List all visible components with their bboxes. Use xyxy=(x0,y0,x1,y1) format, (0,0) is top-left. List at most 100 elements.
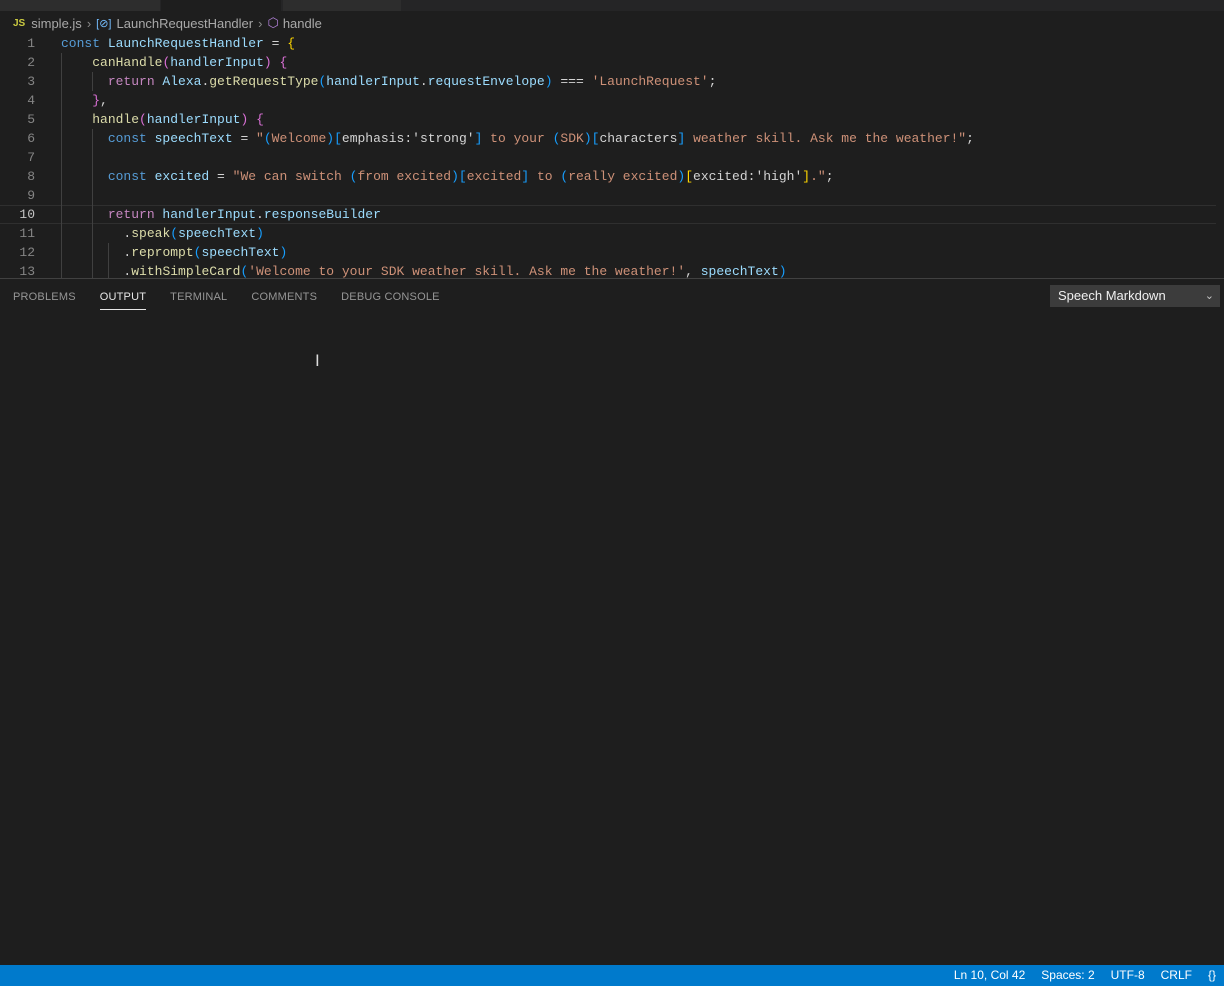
code-token: return xyxy=(107,74,163,89)
tab-debug-console[interactable]: DEBUG CONSOLE xyxy=(329,279,452,315)
bottom-panel: PROBLEMS OUTPUT TERMINAL COMMENTS DEBUG … xyxy=(0,278,1224,966)
line-number: 6 xyxy=(27,131,35,146)
code-token: SDK xyxy=(560,131,584,146)
chevron-down-icon: ⌄ xyxy=(1204,290,1214,302)
code-line[interactable]: 3 return Alexa.getRequestType(handlerInp… xyxy=(0,72,1216,91)
status-cursor-position[interactable]: Ln 10, Col 42 xyxy=(946,965,1033,986)
breadcrumb-method[interactable]: handle xyxy=(283,16,322,31)
code-token: handlerInput xyxy=(170,55,264,70)
code-line[interactable]: 5 handle(handlerInput) { xyxy=(0,110,1216,129)
line-number: 1 xyxy=(27,36,35,51)
code-token: speechText xyxy=(178,226,257,241)
code-token: speechText xyxy=(154,131,233,146)
output-content[interactable] xyxy=(0,315,1224,965)
line-number: 12 xyxy=(19,245,35,260)
code-token: ] xyxy=(521,169,530,184)
code-line[interactable]: 4 }, xyxy=(0,91,1216,110)
tab-problems[interactable]: PROBLEMS xyxy=(0,279,88,315)
code-token: const xyxy=(107,131,155,146)
code-token: , xyxy=(100,93,108,108)
chevron-right-icon: › xyxy=(86,15,92,31)
code-text: const LaunchRequestHandler = { xyxy=(61,34,295,53)
output-channel-select[interactable]: Speech Markdown ⌄ xyxy=(1050,285,1220,307)
code-token: ) xyxy=(583,131,592,146)
code-token: canHandle xyxy=(92,55,163,70)
code-token: excited xyxy=(693,169,748,184)
code-token: excited xyxy=(154,169,210,184)
code-line[interactable]: 11 .speak(speechText) xyxy=(0,224,1216,243)
tab-comments[interactable]: COMMENTS xyxy=(239,279,329,315)
code-token: speechText xyxy=(201,245,280,260)
code-token: requestEnvelope xyxy=(427,74,545,89)
code-text: }, xyxy=(61,91,108,110)
code-text: .reprompt(speechText) xyxy=(61,243,287,262)
code-token: Welcome xyxy=(271,131,327,146)
code-token: ( xyxy=(263,131,272,146)
code-token: ) xyxy=(256,226,264,241)
code-token: . xyxy=(256,207,264,222)
code-token: ] xyxy=(802,169,811,184)
code-line[interactable]: 2 canHandle(handlerInput) { xyxy=(0,53,1216,72)
code-token: , xyxy=(685,264,701,278)
code-line[interactable]: 9 xyxy=(0,186,1216,205)
breadcrumb: JS simple.js › [⊘] LaunchRequestHandler … xyxy=(0,13,1224,33)
line-number: 3 xyxy=(27,74,35,89)
code-token: : xyxy=(404,131,413,146)
code-token: speak xyxy=(131,226,171,241)
code-token: ; xyxy=(966,131,974,146)
code-line[interactable]: 7 xyxy=(0,148,1216,167)
tab-terminal[interactable]: TERMINAL xyxy=(158,279,239,315)
editor-tab[interactable] xyxy=(0,0,160,11)
status-indentation[interactable]: Spaces: 2 xyxy=(1033,965,1102,986)
code-line[interactable]: 13 .withSimpleCard('Welcome to your SDK … xyxy=(0,262,1216,278)
code-text: return handlerInput.responseBuilder xyxy=(61,206,381,223)
code-text: return Alexa.getRequestType(handlerInput… xyxy=(61,72,717,91)
code-line[interactable]: 8 const excited = "We can switch (from e… xyxy=(0,167,1216,186)
code-token: excited xyxy=(466,169,522,184)
code-token: to your xyxy=(482,131,553,146)
panel-tab-bar: PROBLEMS OUTPUT TERMINAL COMMENTS DEBUG … xyxy=(0,279,452,315)
code-text: .withSimpleCard('Welcome to your SDK wea… xyxy=(61,262,787,278)
indent-guide xyxy=(61,53,62,278)
output-channel-value: Speech Markdown xyxy=(1058,288,1166,303)
code-line[interactable]: 6 const speechText = "(Welcome)[emphasis… xyxy=(0,129,1216,148)
code-token: 'strong' xyxy=(412,131,475,146)
code-token: [ xyxy=(334,131,342,146)
tab-output[interactable]: OUTPUT xyxy=(88,279,158,315)
code-token: = xyxy=(232,131,257,146)
code-editor[interactable]: 1 const LaunchRequestHandler = {2 canHand… xyxy=(0,34,1224,278)
breadcrumb-file[interactable]: simple.js xyxy=(31,16,82,31)
code-token: [ xyxy=(458,169,467,184)
code-token: 'LaunchRequest' xyxy=(591,74,709,89)
code-token: ) xyxy=(778,264,787,278)
code-token: handlerInput xyxy=(162,207,257,222)
code-token: from excited xyxy=(357,169,452,184)
editor-tab[interactable] xyxy=(283,0,401,11)
code-token: const xyxy=(61,36,108,51)
chevron-right-icon: › xyxy=(258,15,263,31)
code-token: { xyxy=(287,36,296,51)
language-mode-icon[interactable]: {} xyxy=(1200,965,1224,986)
code-token: = xyxy=(209,169,233,184)
symbol-variable-icon: [⊘] xyxy=(96,17,112,30)
code-token: characters xyxy=(599,131,678,146)
code-line[interactable]: 1 const LaunchRequestHandler = { xyxy=(0,34,1216,53)
editor-tab-active[interactable] xyxy=(161,0,281,11)
status-eol[interactable]: CRLF xyxy=(1153,965,1200,986)
code-token: ; xyxy=(825,169,834,184)
code-line[interactable]: 10 return handlerInput.responseBuilder xyxy=(0,205,1216,224)
code-token: ) xyxy=(451,169,459,184)
status-encoding[interactable]: UTF-8 xyxy=(1103,965,1153,986)
code-token: ." xyxy=(810,169,826,184)
line-number: 11 xyxy=(19,226,35,241)
code-token: LaunchRequestHandler xyxy=(107,36,264,51)
code-line[interactable]: 12 .reprompt(speechText) xyxy=(0,243,1216,262)
breadcrumb-symbol[interactable]: LaunchRequestHandler xyxy=(117,16,254,31)
code-token: speechText xyxy=(700,264,779,278)
code-token: = xyxy=(263,36,288,51)
indent-guide xyxy=(92,129,93,278)
code-token: reprompt xyxy=(131,245,194,260)
